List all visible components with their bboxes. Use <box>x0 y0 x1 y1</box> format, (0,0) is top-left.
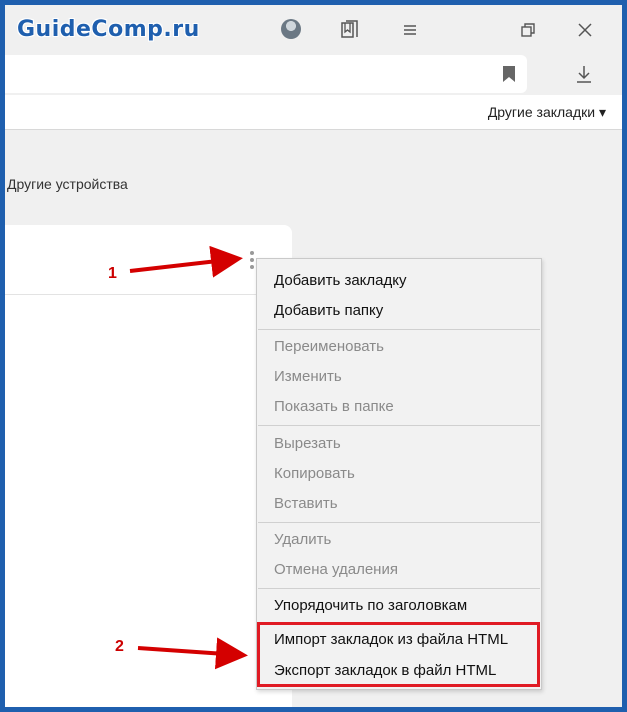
annotation-arrows <box>129 245 248 670</box>
annotation-arrow-1 <box>129 245 243 278</box>
browser-window: GuideComp.ru Другие закладки ▾ Другие ус… <box>0 0 627 712</box>
annotation-arrow-2 <box>137 637 248 670</box>
